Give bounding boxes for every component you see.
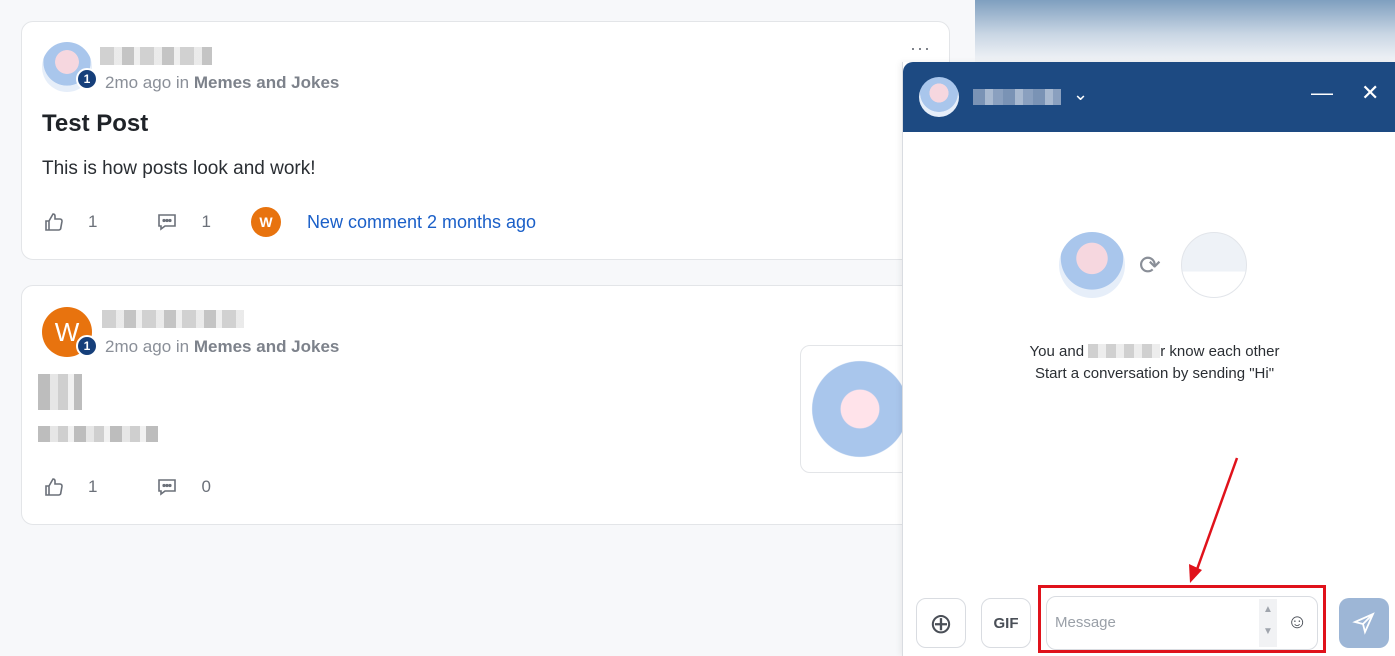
- group-link[interactable]: Memes and Jokes: [194, 73, 340, 92]
- post-body: This is how posts look and work!: [42, 158, 316, 179]
- comment-button[interactable]: 0: [155, 475, 211, 499]
- post-card: W 1 2mo ago in Memes and Jokes 1 0: [21, 285, 950, 525]
- add-attachment-button[interactable]: ⊕: [916, 598, 966, 648]
- in-word: in: [175, 337, 190, 356]
- comment-count: 0: [201, 477, 211, 496]
- in-word: in: [175, 73, 190, 92]
- send-button[interactable]: [1339, 598, 1389, 648]
- connection-avatars: ⟳: [1059, 232, 1249, 300]
- group-link[interactable]: Memes and Jokes: [194, 337, 340, 356]
- annotation-highlight-box: [1038, 585, 1326, 653]
- feed: 1 2mo ago in Memes and Jokes ··· Test Po…: [0, 0, 975, 656]
- intro-line-1: You and r know each other: [903, 341, 1395, 363]
- post-time: 2mo ago: [105, 73, 172, 92]
- author-name-redacted[interactable]: [100, 47, 212, 65]
- chat-intro: You and r know each other Start a conver…: [903, 341, 1395, 385]
- intro-line-2: Start a conversation by sending "Hi": [1034, 365, 1275, 382]
- post-meta: 2mo ago in Memes and Jokes: [105, 73, 339, 93]
- level-badge: 1: [76, 68, 98, 90]
- thumbs-up-icon: [45, 213, 63, 231]
- intro-suffix: r know each other: [1160, 343, 1280, 360]
- swap-icon: ⟳: [1139, 250, 1161, 280]
- gif-button[interactable]: GIF: [981, 598, 1031, 648]
- chat-header: ⌄ — ✕: [903, 62, 1395, 132]
- thumbs-up-icon: [45, 478, 63, 496]
- comment-icon: [158, 214, 177, 231]
- new-comment-link[interactable]: New comment 2 months ago: [307, 212, 536, 233]
- more-options-icon[interactable]: ···: [910, 38, 931, 59]
- like-count: 1: [88, 477, 98, 496]
- post-actions: 1 0: [42, 472, 211, 502]
- send-icon: [1352, 612, 1375, 635]
- background-sky-image: [975, 0, 1395, 62]
- my-avatar: [1059, 232, 1125, 298]
- post-actions: 1 1 W New comment 2 months ago: [42, 207, 536, 237]
- intro-prefix: You and: [1029, 343, 1085, 360]
- like-button[interactable]: 1: [42, 475, 97, 499]
- chat-partner-avatar[interactable]: [919, 77, 959, 117]
- like-count: 1: [88, 212, 98, 231]
- comment-icon: [158, 479, 177, 496]
- comment-button[interactable]: 1: [155, 210, 211, 234]
- post-title[interactable]: Test Post: [42, 110, 148, 138]
- level-badge: 1: [76, 335, 98, 357]
- chevron-down-icon[interactable]: ⌄: [1073, 84, 1088, 105]
- comment-count: 1: [201, 212, 211, 231]
- close-button[interactable]: ✕: [1361, 80, 1379, 106]
- post-body-redacted: [38, 426, 158, 442]
- partner-avatar: [1181, 232, 1247, 298]
- post-title-redacted[interactable]: [38, 374, 82, 410]
- post-time: 2mo ago: [105, 337, 172, 356]
- author-name-redacted[interactable]: [102, 310, 244, 328]
- like-button[interactable]: 1: [42, 210, 97, 234]
- annotation-arrow: [1189, 457, 1239, 583]
- post-meta: 2mo ago in Memes and Jokes: [105, 337, 339, 357]
- commenter-avatar[interactable]: W: [250, 207, 281, 237]
- post-card: 1 2mo ago in Memes and Jokes ··· Test Po…: [21, 21, 950, 260]
- minimize-button[interactable]: —: [1311, 80, 1333, 106]
- chat-partner-name-redacted[interactable]: [973, 89, 1061, 105]
- chat-panel: ⌄ — ✕ ⟳ You and r know each other Start …: [902, 62, 1395, 656]
- partner-name-redacted: [1088, 344, 1161, 358]
